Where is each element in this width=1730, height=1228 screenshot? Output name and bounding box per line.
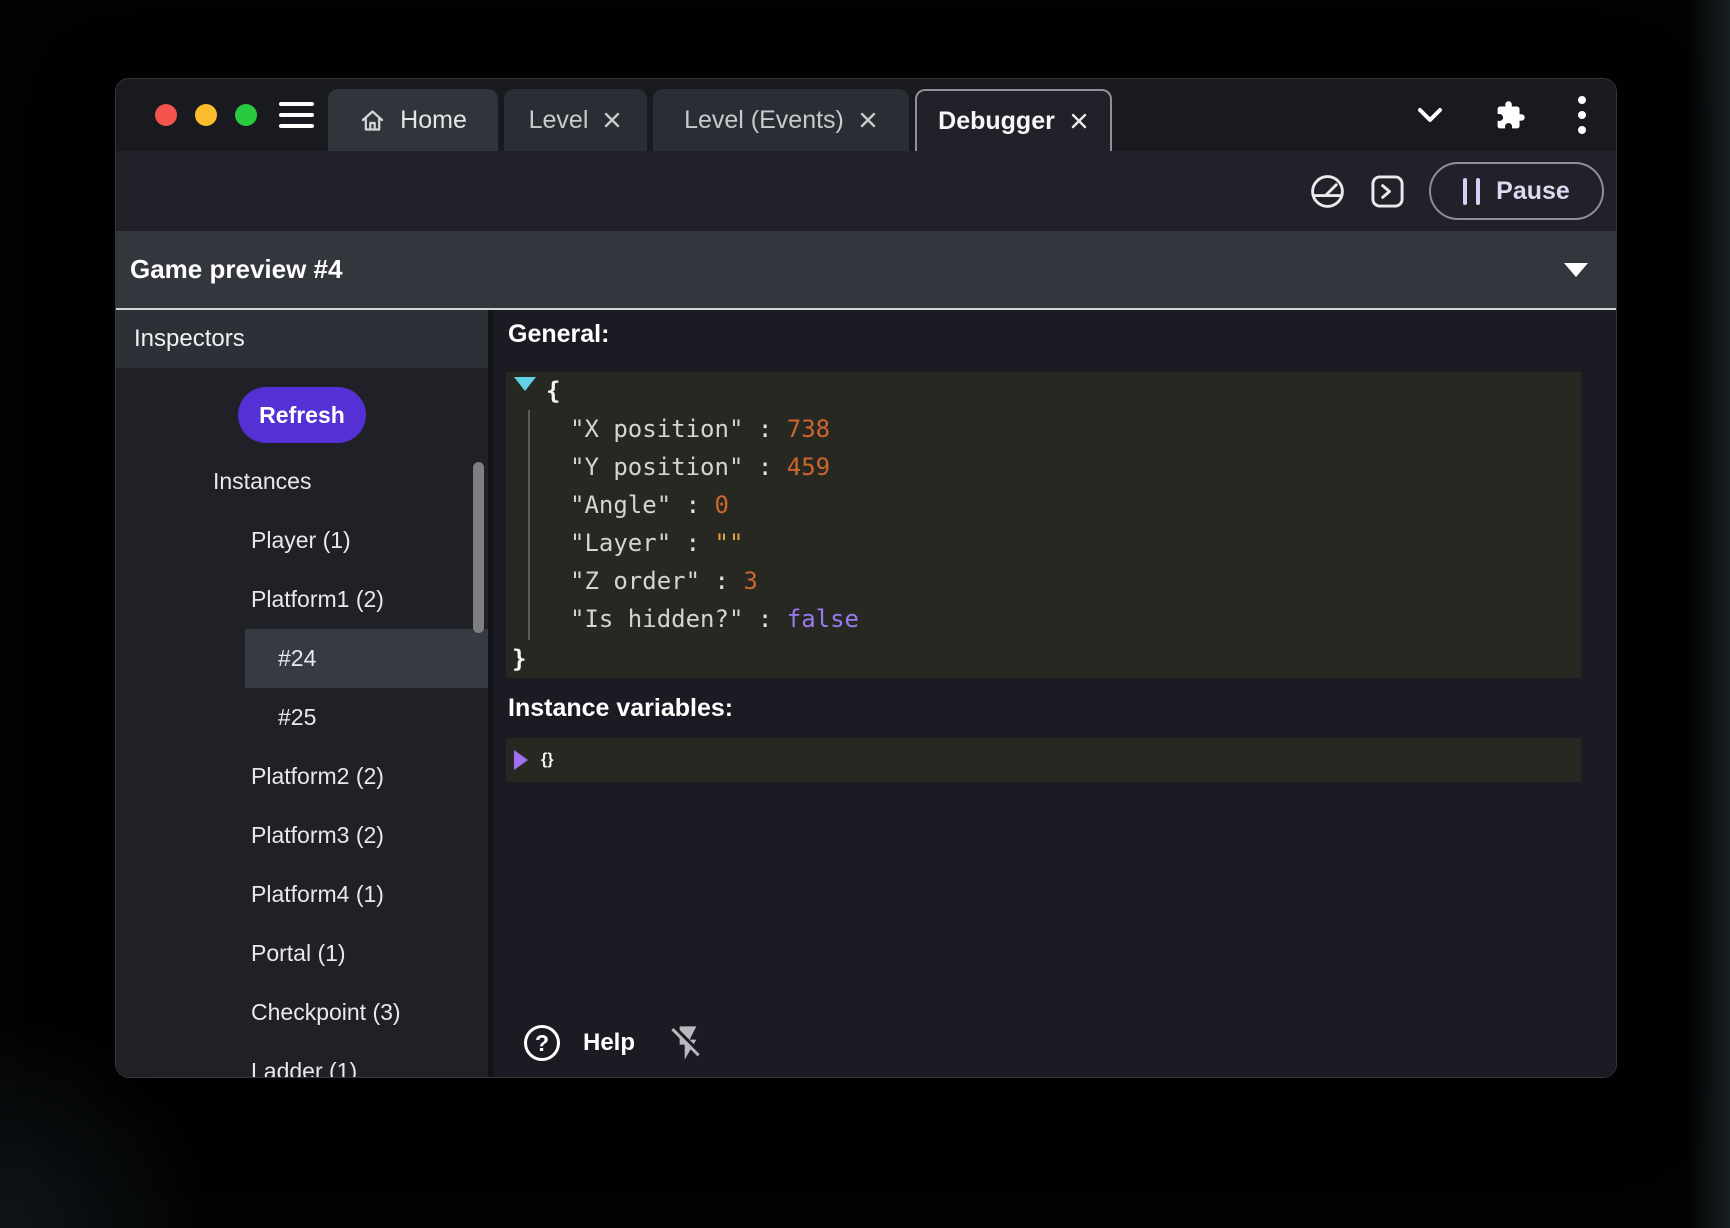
json-row: "Y position" : 459 (570, 448, 1581, 486)
json-separator: : (743, 453, 786, 481)
inspectors-header: Inspectors (116, 310, 488, 368)
close-window-button[interactable] (155, 104, 177, 126)
pause-icon (1463, 178, 1480, 205)
titlebar-actions (1417, 96, 1616, 134)
home-icon (359, 107, 386, 134)
instance-variables-label: Instance variables: (508, 694, 1581, 723)
json-row: "X position" : 738 (570, 410, 1581, 448)
help-question-icon[interactable]: ? (524, 1025, 560, 1061)
tab-debugger[interactable]: Debugger (915, 89, 1112, 151)
profiler-gauge-icon[interactable] (1309, 173, 1346, 210)
empty-object-braces: {} (541, 751, 553, 769)
titlebar: Home Level Level (Events) Debugger (116, 79, 1616, 151)
json-key: "X position" (570, 415, 743, 443)
collapse-expanded-icon[interactable] (514, 377, 536, 391)
tab-level[interactable]: Level (504, 89, 647, 151)
open-brace: { (546, 377, 560, 405)
extensions-puzzle-icon[interactable] (1495, 100, 1526, 131)
console-icon[interactable] (1370, 174, 1405, 209)
traffic-lights (116, 104, 257, 126)
json-value: 0 (715, 491, 729, 519)
json-value: 459 (787, 453, 830, 481)
json-separator: : (743, 415, 786, 443)
zoom-window-button[interactable] (235, 104, 257, 126)
collapse-collapsed-icon[interactable] (514, 750, 528, 770)
json-separator: : (671, 491, 714, 519)
tab-label: Debugger (938, 107, 1055, 136)
tab-label: Home (400, 106, 467, 135)
sidebar-scrollbar-thumb[interactable] (473, 462, 484, 633)
refresh-button[interactable]: Refresh (238, 387, 366, 443)
json-key: "Layer" (570, 529, 671, 557)
inspector-detail-panel: General: { "X position" : 738"Y position… (494, 310, 1616, 1077)
debugger-toolbar: Pause (116, 151, 1616, 231)
tree-item-25[interactable]: #25 (116, 688, 488, 747)
json-separator: : (700, 567, 743, 595)
close-brace: } (506, 645, 526, 673)
tab-bar: Home Level Level (Events) Debugger (328, 89, 1112, 151)
json-close-line: } (506, 640, 1581, 678)
json-value: false (787, 605, 859, 633)
dropdown-caret-icon[interactable] (1564, 263, 1588, 277)
json-row: "Angle" : 0 (570, 486, 1581, 524)
flash-off-icon[interactable] (668, 1023, 708, 1063)
tree-item-player-1[interactable]: Player (1) (116, 511, 488, 570)
tab-label: Level (Events) (684, 106, 844, 135)
tab-label: Level (529, 106, 589, 135)
json-value: "" (715, 529, 744, 557)
chevron-down-icon[interactable] (1417, 107, 1443, 123)
close-icon[interactable] (1069, 111, 1089, 131)
inspectors-body: Refresh InstancesPlayer (1)Platform1 (2)… (116, 387, 488, 1077)
pause-button-label: Pause (1496, 177, 1570, 206)
tab-home[interactable]: Home (328, 89, 498, 151)
app-window: Home Level Level (Events) Debugger (115, 78, 1617, 1078)
json-value: 3 (743, 567, 757, 595)
main-menu-icon[interactable] (279, 102, 314, 128)
more-options-kebab-icon[interactable] (1578, 96, 1586, 134)
json-key: "Angle" (570, 491, 671, 519)
tree-item-24[interactable]: #24 (116, 629, 488, 688)
tree-item-platform1-2[interactable]: Platform1 (2) (116, 570, 488, 629)
json-open-line: { (506, 372, 1581, 410)
json-key: "Y position" (570, 453, 743, 481)
instance-variables-viewer: {} (506, 738, 1581, 782)
tree-item-platform4-1[interactable]: Platform4 (1) (116, 865, 488, 924)
tree-item-ladder-1[interactable]: Ladder (1) (116, 1042, 488, 1077)
debugger-content: Inspectors Refresh InstancesPlayer (1)Pl… (116, 310, 1616, 1077)
json-separator: : (743, 605, 786, 633)
instances-tree: InstancesPlayer (1)Platform1 (2)#24#25Pl… (116, 452, 488, 1077)
tree-item-platform3-2[interactable]: Platform3 (2) (116, 806, 488, 865)
help-label[interactable]: Help (583, 1029, 635, 1057)
minimize-window-button[interactable] (195, 104, 217, 126)
json-value: 738 (787, 415, 830, 443)
tree-item-checkpoint-3[interactable]: Checkpoint (3) (116, 983, 488, 1042)
desktop-background: Home Level Level (Events) Debugger (0, 0, 1730, 1228)
game-preview-title: Game preview #4 (130, 254, 342, 285)
pause-button[interactable]: Pause (1429, 162, 1604, 220)
game-preview-selector[interactable]: Game preview #4 (116, 231, 1616, 310)
tree-item-platform2-2[interactable]: Platform2 (2) (116, 747, 488, 806)
general-section-label: General: (508, 320, 1581, 349)
tree-item-portal-1[interactable]: Portal (1) (116, 924, 488, 983)
inspectors-sidebar: Inspectors Refresh InstancesPlayer (1)Pl… (116, 310, 488, 1077)
json-key: "Z order" (570, 567, 700, 595)
json-key: "Is hidden?" (570, 605, 743, 633)
tab-level-events[interactable]: Level (Events) (653, 89, 909, 151)
json-rows: "X position" : 738"Y position" : 459"Ang… (528, 410, 1581, 640)
tree-item-instances[interactable]: Instances (116, 452, 488, 511)
general-json-viewer: { "X position" : 738"Y position" : 459"A… (506, 372, 1581, 678)
close-icon[interactable] (858, 110, 878, 130)
help-row: ? Help (524, 1023, 708, 1063)
json-separator: : (671, 529, 714, 557)
json-row: "Z order" : 3 (570, 562, 1581, 600)
json-row: "Is hidden?" : false (570, 600, 1581, 638)
json-row: "Layer" : "" (570, 524, 1581, 562)
close-icon[interactable] (602, 110, 622, 130)
